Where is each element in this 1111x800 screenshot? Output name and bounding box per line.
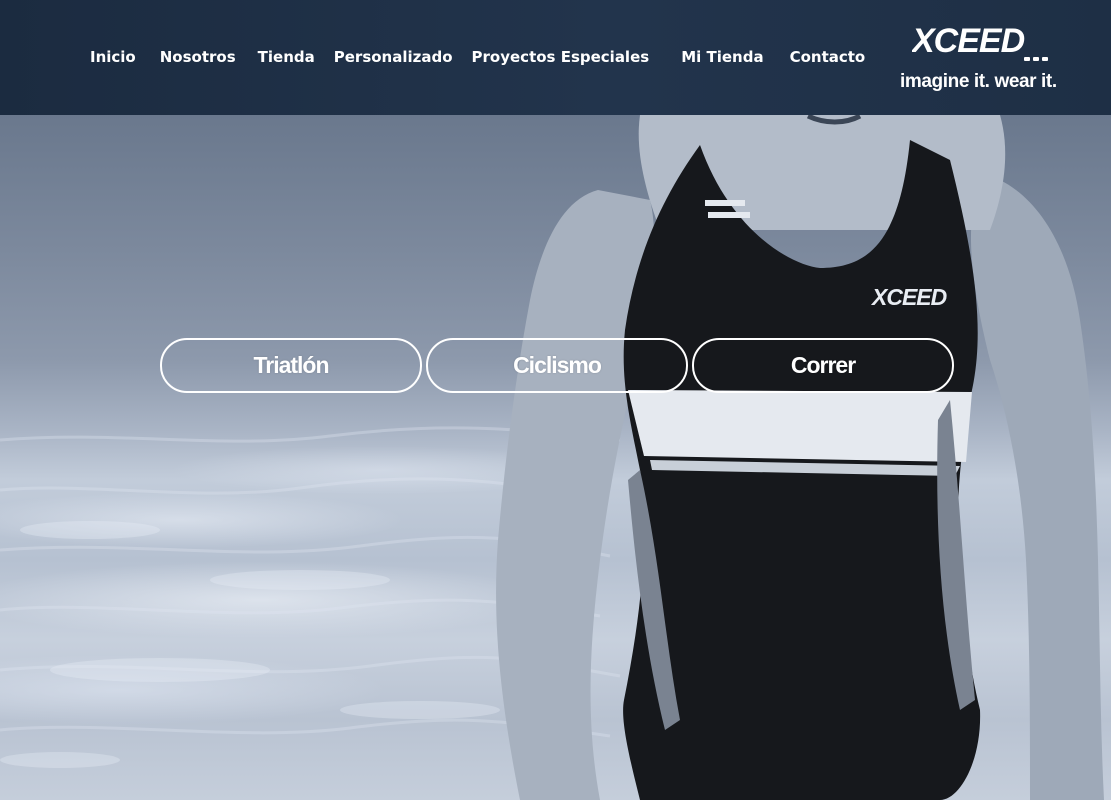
brand-tagline: imagine it. wear it. [900, 71, 1057, 92]
nav-item-nosotros[interactable]: Nosotros [160, 47, 236, 67]
nav-item-inicio[interactable]: Inicio [90, 47, 136, 67]
category-button-correr[interactable]: Correr [692, 338, 954, 393]
athlete-image [496, 113, 1104, 800]
page: XCEED Inicio Nosotros Tienda Personaliza… [0, 0, 1111, 800]
nav-item-proyectos-especiales[interactable]: Proyectos Especiales [472, 47, 650, 67]
main-nav: Inicio Nosotros Tienda Personalizado Pro… [90, 47, 865, 67]
nav-item-tienda[interactable]: Tienda [258, 47, 315, 67]
suit-logo: XCEED [872, 284, 947, 310]
brand-logo[interactable]: XCEED imagine it. wear it. [898, 22, 1068, 97]
category-button-ciclismo[interactable]: Ciclismo [426, 338, 688, 393]
xceed-logo-icon: XCEED [912, 22, 1048, 61]
site-header: Inicio Nosotros Tienda Personalizado Pro… [0, 0, 1111, 115]
nav-item-contacto[interactable]: Contacto [790, 47, 866, 67]
category-button-triatlon[interactable]: Triatlón [160, 338, 422, 393]
nav-item-personalizado[interactable]: Personalizado [334, 47, 453, 67]
logo-wordmark: XCEED [912, 22, 1025, 60]
nav-item-mi-tienda[interactable]: Mi Tienda [681, 47, 763, 67]
